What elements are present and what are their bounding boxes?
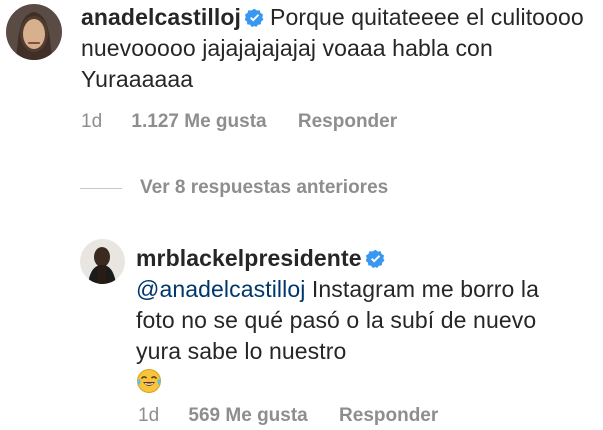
- avatar[interactable]: [80, 239, 125, 284]
- comment-username[interactable]: mrblackelpresidente: [136, 245, 362, 271]
- verified-badge-icon: [245, 8, 264, 27]
- avatar-image: [6, 4, 62, 60]
- comment-meta: 1d 1.127 Me gusta Responder: [81, 111, 423, 133]
- comment-time: 1d: [81, 111, 103, 132]
- comment-text-block: mrblackelpresidente @anadelcastilloj Ins…: [136, 243, 566, 398]
- view-previous-replies-button[interactable]: Ver 8 respuestas anteriores: [140, 177, 388, 199]
- comment-time: 1d: [138, 405, 160, 426]
- face-with-tears-of-joy-icon: [136, 368, 162, 394]
- comment-username[interactable]: anadelcastilloj: [81, 4, 241, 30]
- mention-link[interactable]: @anadelcastilloj: [136, 276, 305, 302]
- reply-button[interactable]: Responder: [339, 405, 438, 426]
- view-replies-row[interactable]: Ver 8 respuestas anteriores: [80, 176, 388, 200]
- comment-meta: 1d 569 Me gusta Responder: [138, 405, 464, 427]
- comment-text-block: anadelcastilloj Porque quitateeee el culi…: [81, 2, 591, 95]
- avatar-image: [80, 239, 125, 284]
- likes-count-button[interactable]: 1.127 Me gusta: [131, 111, 266, 132]
- verified-badge-icon: [365, 249, 385, 268]
- reply-button[interactable]: Responder: [298, 111, 397, 132]
- likes-count-button[interactable]: 569 Me gusta: [188, 405, 307, 426]
- divider-line: [80, 187, 122, 189]
- avatar[interactable]: [6, 4, 62, 60]
